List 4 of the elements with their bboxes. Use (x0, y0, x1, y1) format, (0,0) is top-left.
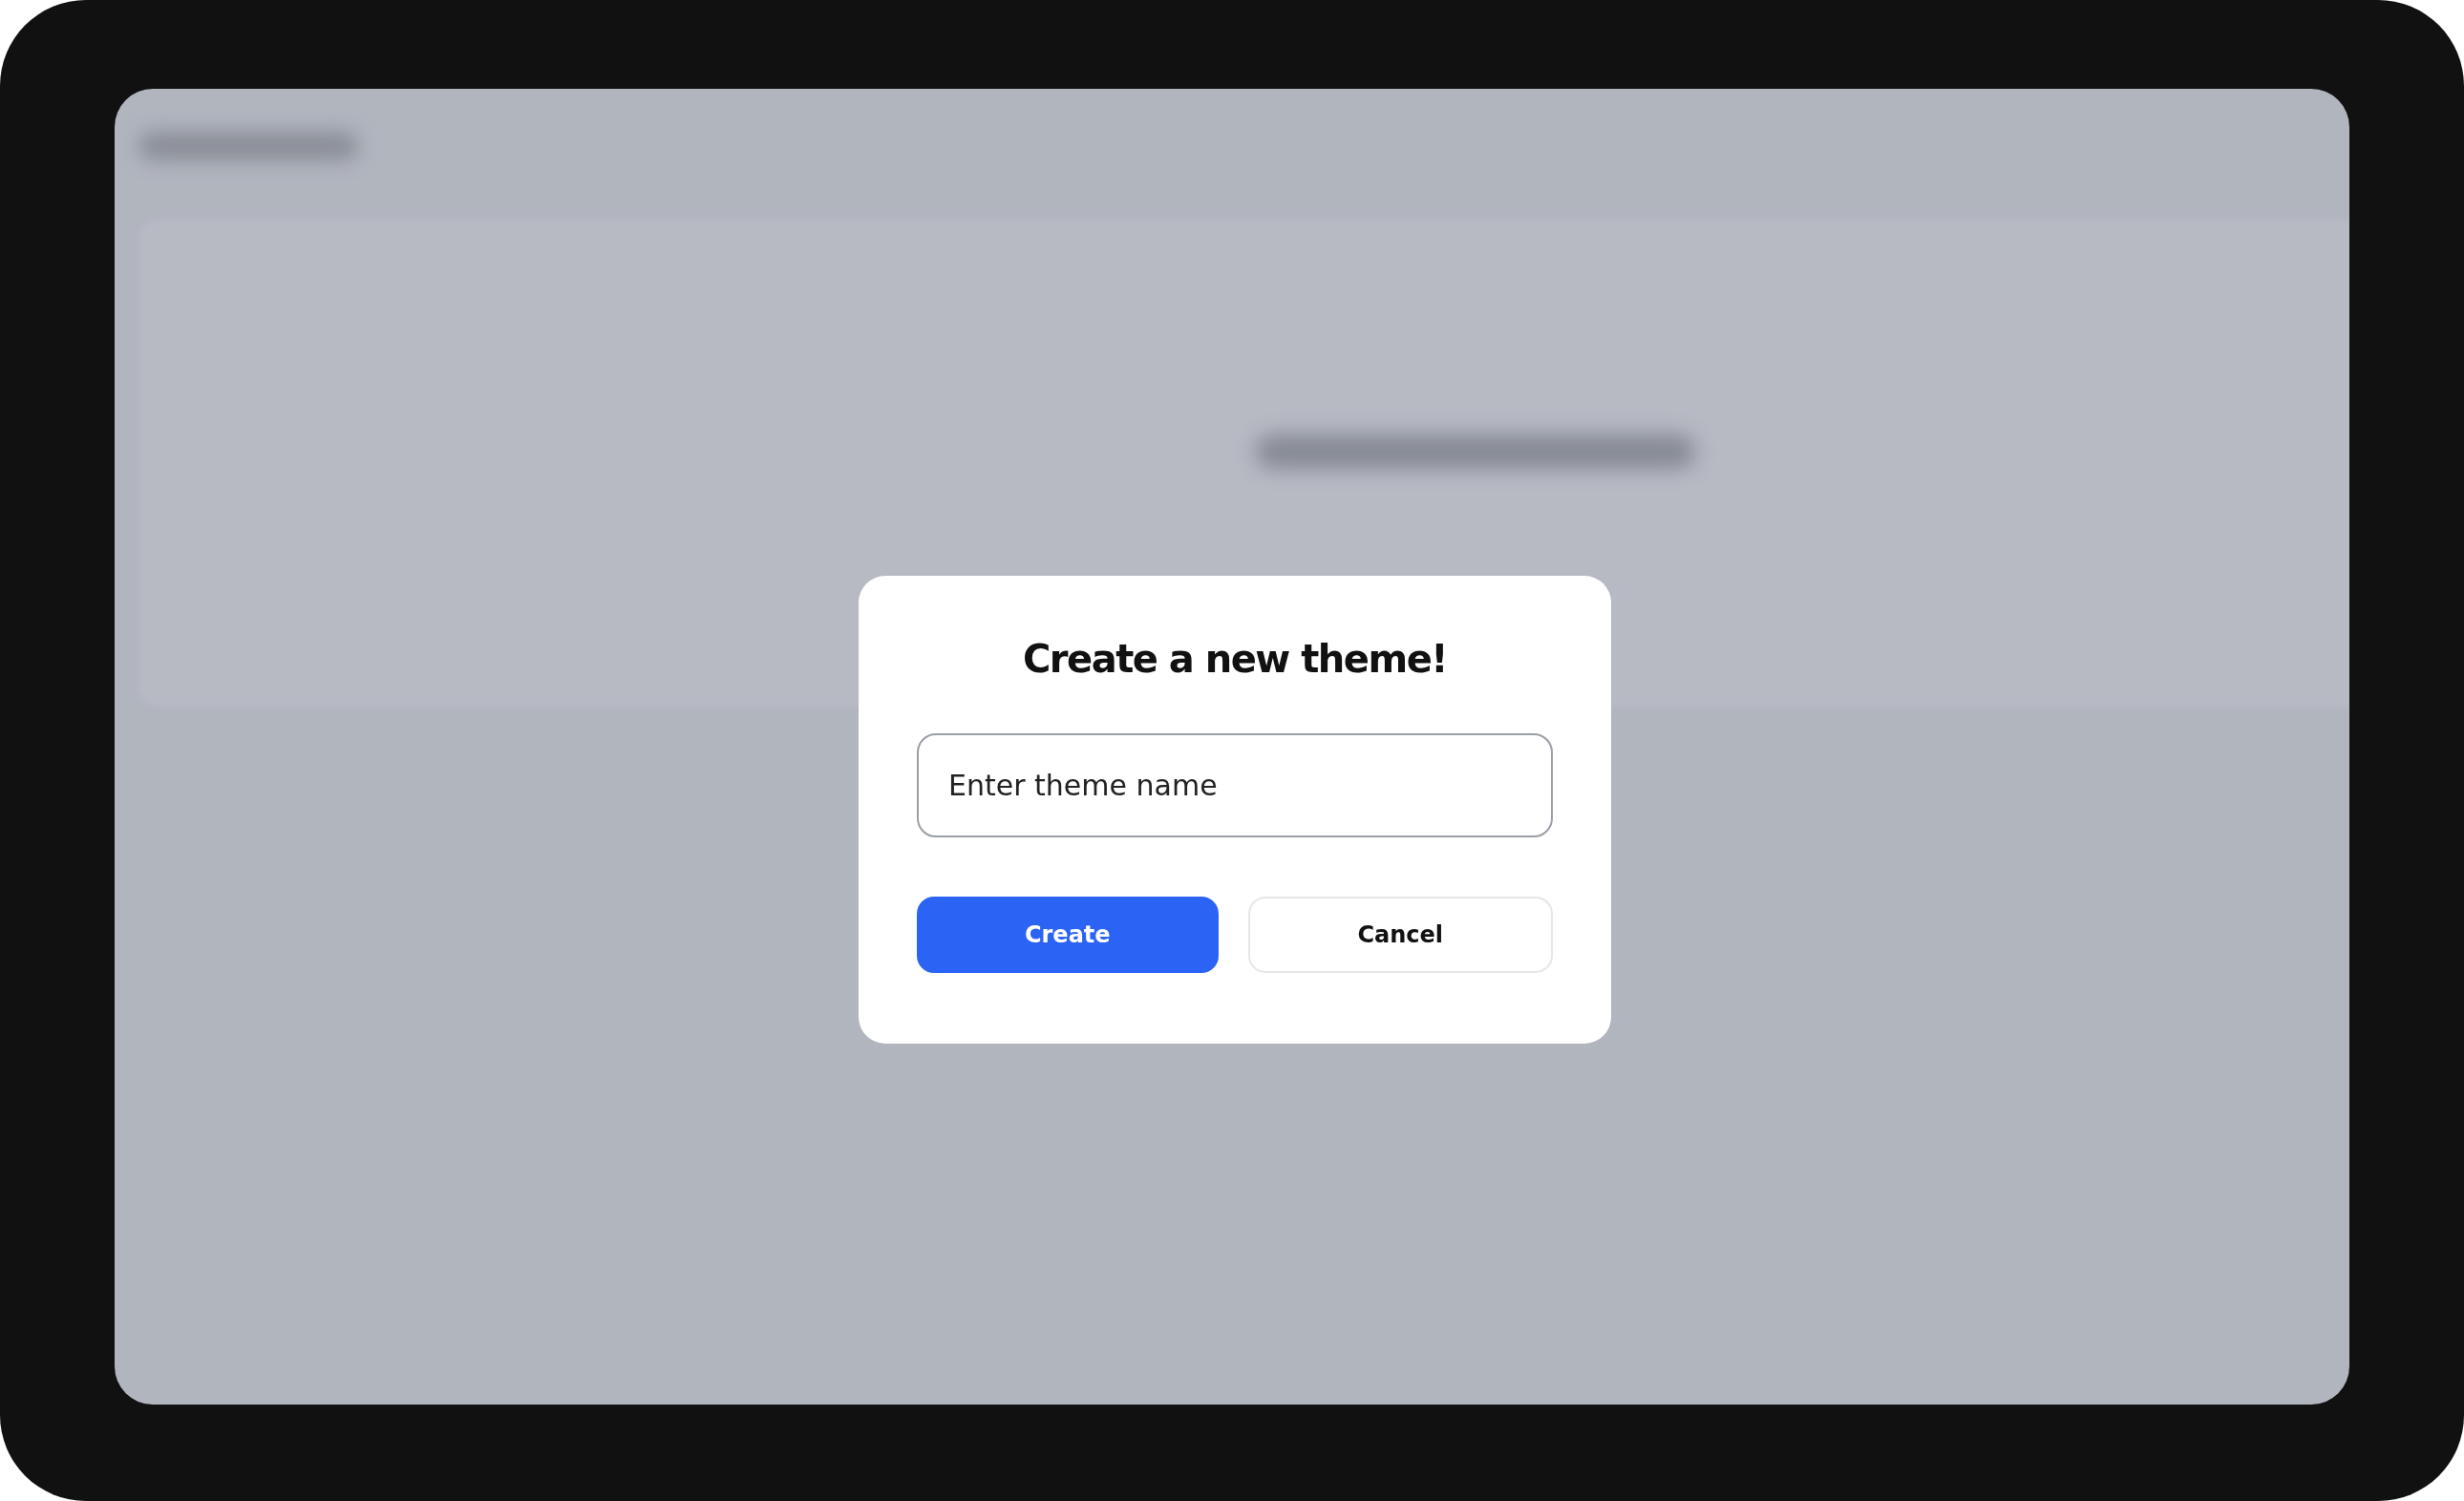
theme-name-field[interactable]: Enter theme name (917, 733, 1553, 837)
dialog-title: Create a new theme! (1021, 636, 1449, 683)
create-button[interactable]: Create (917, 897, 1219, 973)
cancel-button[interactable]: Cancel (1247, 897, 1553, 973)
